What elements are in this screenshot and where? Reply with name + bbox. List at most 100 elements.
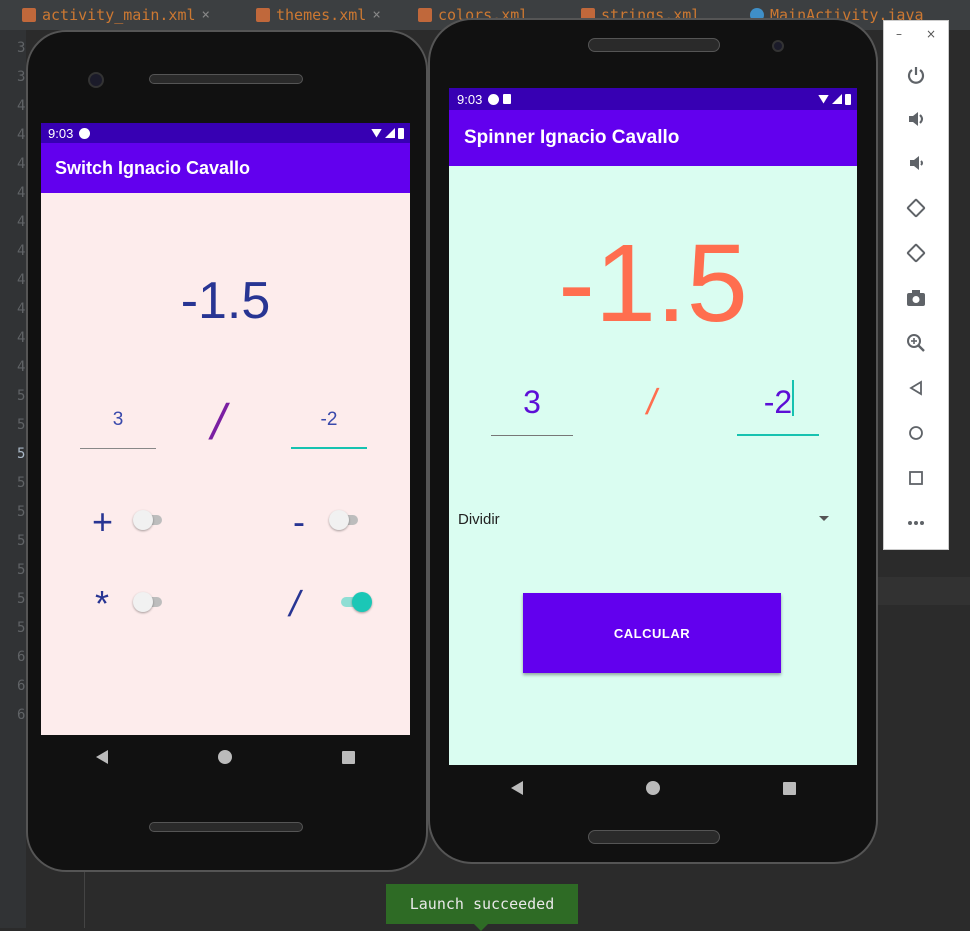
google-icon: [79, 127, 91, 139]
line-number: 5: [17, 475, 26, 491]
minimize-button[interactable]: –: [896, 27, 902, 41]
switch-app-screen: 9:03 Switch Ignacio Cavallo -1.5 3 / -2 …: [41, 123, 410, 735]
line-number: 4: [17, 156, 26, 172]
toast-text: Launch succeeded: [409, 895, 555, 913]
back-icon[interactable]: [510, 781, 523, 795]
divide-switch[interactable]: [338, 592, 372, 612]
minus-switch[interactable]: [329, 510, 363, 530]
operand1-field[interactable]: 3: [491, 378, 573, 436]
operand1-value: 3: [523, 384, 541, 420]
tab-label: themes.xml: [276, 6, 367, 24]
back-icon[interactable]: [902, 374, 930, 402]
home-icon[interactable]: [218, 750, 232, 764]
signal-icon: [832, 94, 842, 104]
wifi-icon: [818, 94, 829, 104]
xml-file-icon: [418, 8, 432, 22]
rotate-left-icon[interactable]: [902, 194, 930, 222]
operand1-value: 3: [112, 409, 124, 430]
minus-label: -: [293, 501, 305, 542]
operator-display: /: [643, 381, 661, 422]
spinner-app-screen: 9:03 Spinner Ignacio Cavallo -1.5 3 / -2…: [449, 88, 857, 765]
rotate-right-icon[interactable]: [902, 239, 930, 267]
field-underline: [491, 435, 573, 436]
wifi-icon: [371, 128, 382, 138]
nav-bar-right: [449, 765, 857, 811]
field-underline: [737, 434, 819, 436]
operand2-value: -2: [763, 384, 793, 420]
line-number: 4: [17, 98, 26, 114]
operand2-value: -2: [320, 409, 338, 430]
front-camera: [772, 40, 784, 52]
home-icon[interactable]: [902, 419, 930, 447]
tab-label: activity_main.xml: [42, 6, 196, 24]
line-number: 4: [17, 272, 26, 288]
speaker-grille: [588, 830, 720, 844]
switch-thumb: [133, 592, 153, 612]
line-number: 5: [17, 417, 26, 433]
speaker-grille: [149, 822, 303, 832]
app-bar: Switch Ignacio Cavallo: [41, 143, 410, 193]
close-icon[interactable]: ×: [372, 7, 380, 23]
switch-thumb: [329, 510, 349, 530]
battery-icon: [398, 127, 404, 139]
switch-thumb: [352, 592, 372, 612]
line-number: 4: [17, 243, 26, 259]
signal-icon: [385, 128, 395, 138]
line-number: 6: [17, 678, 26, 694]
multiply-label: *: [95, 583, 110, 624]
line-number: 5: [17, 591, 26, 607]
volume-up-icon[interactable]: [902, 105, 930, 133]
status-bar: 9:03: [449, 88, 857, 110]
spinner-value: Dividir: [458, 510, 500, 528]
home-icon[interactable]: [645, 781, 660, 795]
launch-toast: Launch succeeded: [386, 884, 578, 931]
recents-icon[interactable]: [342, 750, 355, 764]
back-icon[interactable]: [96, 750, 108, 764]
multiply-switch[interactable]: [133, 592, 167, 612]
switch-thumb: [133, 510, 153, 530]
speaker-grille: [588, 38, 720, 52]
line-number: 5: [17, 504, 26, 520]
divide-label: /: [285, 583, 305, 624]
close-icon[interactable]: ×: [202, 7, 210, 23]
line-number: 4: [17, 301, 26, 317]
google-icon: [488, 93, 500, 105]
emulator-toolbar: – ×: [883, 20, 949, 550]
line-number: 5: [17, 562, 26, 578]
operand1-field[interactable]: 3: [80, 409, 156, 449]
line-number: 3: [17, 69, 26, 85]
line-number: 5: [17, 533, 26, 549]
result-text: -1.5: [558, 222, 748, 345]
power-icon[interactable]: [902, 61, 930, 89]
zoom-icon[interactable]: [902, 329, 930, 357]
recents-icon[interactable]: [782, 781, 796, 795]
line-number: 4: [17, 185, 26, 201]
app-bar: Spinner Ignacio Cavallo: [449, 110, 857, 166]
app-title: Spinner Ignacio Cavallo: [464, 127, 680, 148]
calculate-button[interactable]: CALCULAR: [523, 593, 781, 673]
line-number: 6: [17, 649, 26, 665]
field-underline: [80, 448, 156, 449]
speaker-grille: [149, 74, 303, 84]
plus-label: +: [92, 501, 114, 542]
front-camera: [88, 72, 104, 88]
divider: [84, 870, 85, 928]
tab-themes[interactable]: themes.xml ×: [250, 0, 381, 30]
camera-icon[interactable]: [902, 284, 930, 312]
close-button[interactable]: ×: [926, 27, 936, 41]
line-number: 5: [17, 620, 26, 636]
more-icon[interactable]: [902, 509, 930, 537]
line-number: 5: [17, 446, 26, 462]
app-title: Switch Ignacio Cavallo: [55, 157, 251, 178]
operand2-field[interactable]: -2: [291, 409, 367, 449]
overview-icon[interactable]: [902, 464, 930, 492]
operator-display: /: [206, 394, 232, 450]
result-text: -1.5: [180, 272, 271, 330]
operation-spinner[interactable]: Dividir: [449, 500, 849, 538]
line-number: 4: [17, 330, 26, 346]
plus-switch[interactable]: [133, 510, 167, 530]
operand2-field[interactable]: -2: [737, 378, 819, 436]
tab-activity-main[interactable]: activity_main.xml ×: [16, 0, 210, 30]
xml-file-icon: [256, 8, 270, 22]
volume-down-icon[interactable]: [902, 149, 930, 177]
